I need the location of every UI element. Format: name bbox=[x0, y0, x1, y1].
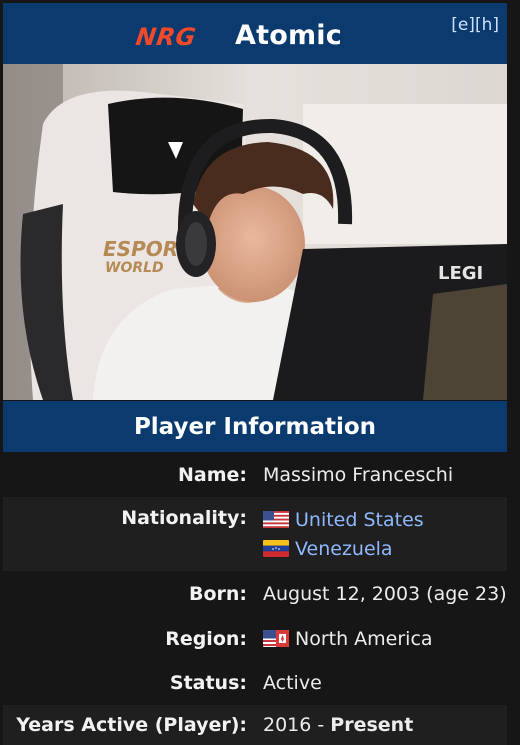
edit-link[interactable]: [e] bbox=[451, 15, 475, 35]
born-label: Born: bbox=[188, 583, 247, 605]
row-name: Name: Massimo Franceschi bbox=[3, 452, 507, 497]
flag-na-icon bbox=[263, 630, 289, 647]
svg-text:LEGI: LEGI bbox=[438, 263, 483, 284]
region-label: Region: bbox=[165, 628, 247, 650]
svg-text:WORLD: WORLD bbox=[105, 260, 164, 276]
name-value: Massimo Franceschi bbox=[263, 463, 454, 486]
history-link[interactable]: [h] bbox=[475, 15, 499, 35]
nationality-item-ve: Venezuela bbox=[263, 535, 424, 564]
region-value-wrap: North America bbox=[247, 628, 433, 650]
infobox-header: NRG Atomic [e][h] bbox=[3, 3, 507, 64]
row-status: Status: Active bbox=[3, 661, 507, 705]
status-label: Status: bbox=[169, 672, 247, 694]
team-logo[interactable]: NRG bbox=[134, 23, 198, 51]
section-title-player-information: Player Information bbox=[3, 401, 507, 452]
region-value: North America bbox=[295, 628, 433, 650]
born-value: August 12, 2003 (age 23) bbox=[263, 583, 507, 605]
nationality-label: Nationality: bbox=[121, 507, 247, 529]
edit-links: [e][h] bbox=[451, 17, 499, 34]
nationality-link-us[interactable]: United States bbox=[295, 509, 424, 531]
name-label: Name: bbox=[177, 463, 247, 486]
row-born: Born: August 12, 2003 (age 23) bbox=[3, 571, 507, 617]
nationality-item-us: United States bbox=[263, 506, 424, 535]
row-years-active: Years Active (Player): 2016 - Present bbox=[3, 705, 507, 745]
nationality-link-ve[interactable]: Venezuela bbox=[295, 538, 393, 560]
years-active-end: Present bbox=[330, 714, 414, 736]
status-value: Active bbox=[263, 672, 322, 694]
nationality-values: United States Venezuela bbox=[247, 497, 424, 571]
flag-us-icon bbox=[263, 511, 289, 528]
player-name-title: Atomic bbox=[235, 20, 342, 51]
player-infobox: NRG Atomic [e][h] ESPORTS WORLD LEGI Pla… bbox=[0, 0, 520, 745]
player-photo[interactable]: ESPORTS WORLD LEGI bbox=[3, 64, 507, 400]
years-active-label: Years Active (Player): bbox=[16, 714, 247, 736]
years-active-value: 2016 - Present bbox=[247, 714, 413, 736]
years-active-start: 2016 - bbox=[263, 714, 331, 736]
row-nationality: Nationality: United States Venezuela bbox=[3, 497, 507, 571]
flag-ve-icon bbox=[263, 540, 289, 557]
row-region: Region: North America bbox=[3, 617, 507, 661]
